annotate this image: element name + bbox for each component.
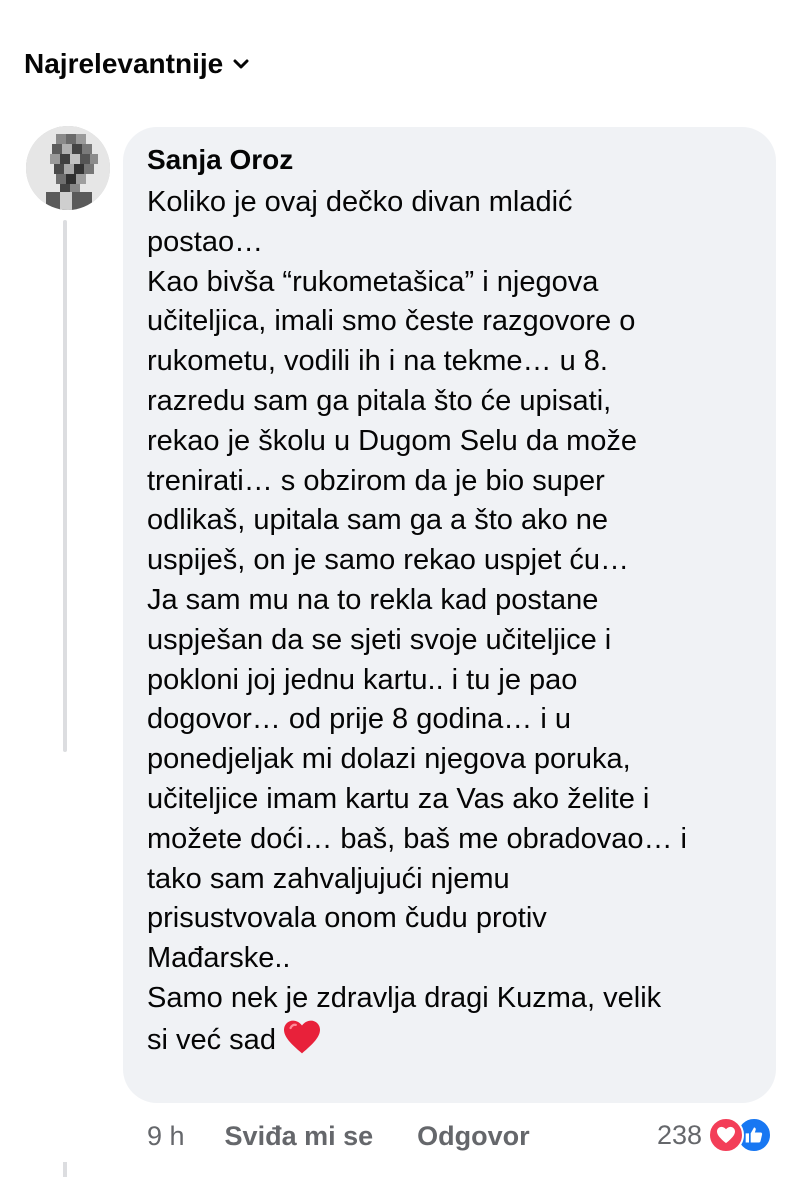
- comment-line: učiteljica, imali smo česte razgovore o: [147, 305, 636, 338]
- reaction-icons: [708, 1115, 776, 1155]
- comment-line: možete doći… baš, baš me obradovao… i: [147, 822, 687, 855]
- comment-line: Samo nek je zdravlja dragi Kuzma, velik: [147, 981, 662, 1014]
- reply-button[interactable]: Odgovor: [417, 1121, 530, 1152]
- comment-line: Koliko je ovaj dečko divan mladić: [147, 186, 573, 218]
- like-button[interactable]: Sviđa mi se: [225, 1121, 374, 1152]
- comment-line: učiteljice imam kartu za Vas ako želite …: [147, 782, 650, 815]
- sort-label: Najrelevantnije: [24, 48, 224, 79]
- comment-line: rekao je školu u Dugom Selu da može: [147, 424, 638, 457]
- comment-line: rukometu, vodili ih i na tekme… u 8.: [147, 345, 608, 378]
- red-heart-emoji: [283, 1020, 320, 1054]
- comment-line: pokloni joj jednu kartu.. i tu je pao: [147, 663, 578, 696]
- comment-line: postao…: [147, 225, 264, 258]
- comment-line: tako sam zahvaljujući njemu: [147, 862, 510, 895]
- comment-line: si već sad: [147, 1019, 756, 1061]
- reactions-summary[interactable]: 238: [657, 1114, 776, 1156]
- comment-line: uspješan da se sjeti svoje učiteljice i: [147, 623, 612, 656]
- comment-line: ponedjeljak mi dolazi njegova poruka,: [147, 743, 631, 776]
- reaction-count: 238: [656, 1119, 702, 1150]
- comment-line: Kao bivša “rukometašica” i njegova: [147, 265, 599, 298]
- comment-bubble: Sanja Oroz Koliko je ovaj dečko divan ml…: [123, 127, 776, 1103]
- comment-line: uspiješ, on je samo rekao uspjet ću…: [147, 544, 629, 577]
- thread-line: [63, 220, 67, 752]
- comment-timestamp[interactable]: 9 h: [147, 1121, 185, 1152]
- comment-text: Koliko je ovaj dečko divan mladić postao……: [147, 183, 756, 1061]
- avatar[interactable]: [26, 126, 110, 210]
- heart-reaction-icon: [708, 1117, 744, 1153]
- comment-line: dogovor… od prije 8 godina… i u: [147, 703, 571, 736]
- comment-line: Ja sam mu na to rekla kad postane: [147, 583, 599, 616]
- comment-author[interactable]: Sanja Oroz: [147, 141, 756, 179]
- comment-line: Mađarske..: [147, 942, 291, 975]
- chevron-down-icon: [233, 59, 249, 69]
- comment-line: odlikaš, upitala sam ga a što ako ne: [147, 504, 609, 537]
- thread-line: [63, 1162, 67, 1177]
- avatar-pixelated-image: [26, 126, 110, 210]
- comment-line: prisustvovala onom čudu protiv: [147, 902, 547, 935]
- sort-dropdown[interactable]: Najrelevantnije: [24, 44, 249, 84]
- comment-line: razredu sam ga pitala što će upisati,: [147, 384, 612, 417]
- comment-line: trenirati… s obzirom da je bio super: [147, 464, 605, 497]
